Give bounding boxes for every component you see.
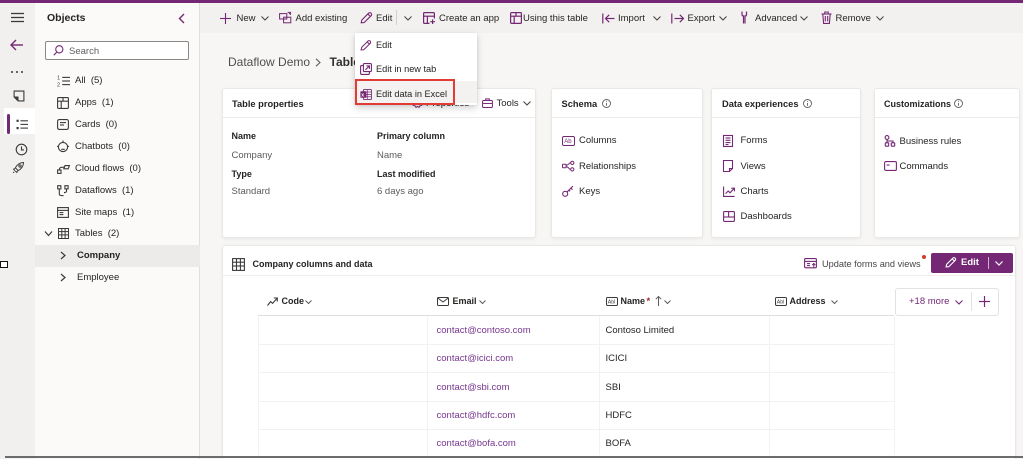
svg-text:Abl: Abl <box>776 299 784 305</box>
svg-text:2: 2 <box>57 82 60 88</box>
svg-text:Abl: Abl <box>607 299 615 305</box>
svg-text:Ab: Ab <box>564 139 572 145</box>
svg-text:1: 1 <box>57 75 60 81</box>
